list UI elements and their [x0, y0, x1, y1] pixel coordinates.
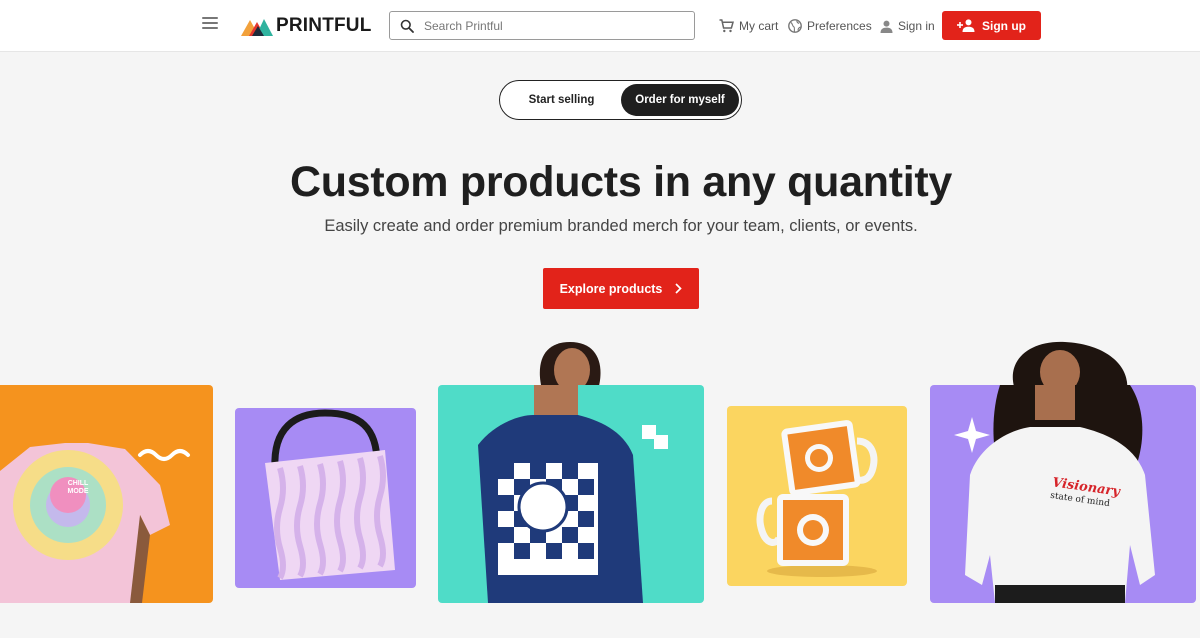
signin-link[interactable]: Sign in — [880, 17, 935, 35]
search-bar[interactable] — [389, 11, 695, 40]
product-card-mugs[interactable] — [727, 406, 907, 586]
mugs-image — [756, 420, 878, 577]
user-icon — [880, 20, 893, 33]
globe-icon — [788, 19, 802, 33]
crewneck-model-head — [1012, 341, 1128, 390]
hero-subtitle: Easily create and order premium branded … — [324, 217, 918, 235]
sweatshirt-image — [478, 385, 668, 603]
explore-products-label: Explore products — [559, 281, 663, 296]
top-header: PRINTFUL My cart Preferences Sign in — [0, 0, 1200, 52]
start-selling-option[interactable]: Start selling — [503, 84, 620, 116]
hero-title: Custom products in any quantity — [289, 158, 952, 206]
tote-bag-image — [265, 409, 395, 580]
tee-print-text: CHILL MODE — [67, 480, 89, 495]
product-card-sweatshirt[interactable]: SMILING ON THE INSIDE — [438, 385, 704, 603]
signup-label: Sign up — [982, 18, 1026, 33]
preferences-label: Preferences — [807, 19, 872, 33]
sweatshirt-model-head — [539, 342, 601, 390]
printful-logo[interactable]: PRINTFUL — [241, 14, 372, 38]
chevron-right-icon — [675, 283, 683, 294]
preferences-link[interactable]: Preferences — [788, 17, 872, 35]
cart-label: My cart — [739, 19, 779, 33]
product-card-tote-bag[interactable] — [235, 408, 416, 588]
search-icon — [400, 19, 414, 33]
logo-mark-icon — [241, 19, 273, 36]
menu-icon[interactable] — [202, 17, 218, 33]
add-user-icon — [957, 19, 975, 32]
signup-button[interactable]: Sign up — [942, 11, 1041, 40]
audience-toggle: Start selling Order for myself — [499, 80, 742, 120]
signin-label: Sign in — [898, 19, 935, 33]
order-for-myself-option[interactable]: Order for myself — [621, 84, 739, 116]
cart-icon — [719, 19, 734, 33]
search-input[interactable] — [424, 18, 674, 33]
explore-products-button[interactable]: Explore products — [543, 268, 699, 309]
cart-link[interactable]: My cart — [719, 17, 778, 35]
sweatshirt-print-text: SMILING ON THE INSIDE — [515, 563, 581, 569]
tie-dye-tee-image — [0, 443, 190, 603]
product-card-crewneck[interactable]: Visionary state of mind — [930, 385, 1196, 603]
product-card-tie-dye-tee[interactable]: CHILL MODE — [0, 385, 213, 603]
logo-text: PRINTFUL — [276, 15, 372, 36]
